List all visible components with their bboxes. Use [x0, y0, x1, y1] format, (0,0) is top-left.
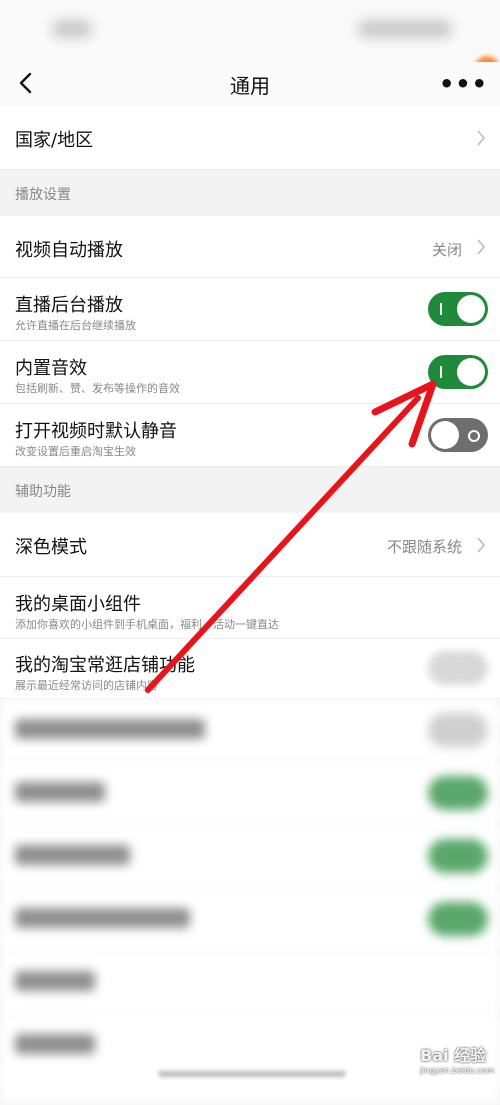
- bg-play-toggle[interactable]: [428, 292, 488, 326]
- chevron-right-icon: [477, 130, 486, 146]
- watermark: Bai 经验 jingyan.baidu.com: [420, 1046, 494, 1075]
- status-icons-blur: [358, 20, 452, 38]
- shop-row: 我的淘宝常逛店铺功能 展示最近经常访问的店铺内容: [0, 639, 500, 699]
- mute-label: 打开视频时默认静音: [15, 421, 177, 442]
- shop-label: 我的淘宝常逛店铺功能: [15, 655, 195, 676]
- back-arrow-icon[interactable]: [12, 66, 42, 100]
- region-label: 国家/地区: [15, 130, 94, 151]
- more-options-icon[interactable]: •••: [439, 70, 488, 98]
- mute-toggle[interactable]: [428, 418, 488, 452]
- chevron-right-icon: [477, 239, 486, 255]
- autoplay-label: 视频自动播放: [15, 240, 123, 261]
- chevron-right-icon: [477, 537, 486, 553]
- autoplay-row[interactable]: 视频自动播放 关闭: [0, 216, 500, 278]
- mute-sub: 改变设置后重启淘宝生效: [15, 445, 136, 458]
- region-row[interactable]: 国家/地区: [0, 106, 500, 170]
- shop-toggle-blurred[interactable]: [428, 651, 488, 685]
- sound-toggle[interactable]: [428, 355, 488, 389]
- nav-bar: 通用 •••: [0, 62, 500, 106]
- bg-play-row: 直播后台播放 允许直播在后台继续播放: [0, 278, 500, 341]
- mute-row: 打开视频时默认静音 改变设置后重启淘宝生效: [0, 404, 500, 467]
- sound-sub: 包括刷新、赞、发布等操作的音效: [15, 382, 180, 395]
- home-indicator: [158, 1071, 346, 1077]
- status-time-blur: [52, 20, 92, 38]
- shop-sub: 展示最近经常访问的店铺内容: [15, 679, 158, 692]
- page-title: 通用: [230, 73, 270, 98]
- bg-play-sub: 允许直播在后台继续播放: [15, 319, 136, 332]
- status-bar: [0, 0, 500, 82]
- widget-row[interactable]: 我的桌面小组件 添加你喜欢的小组件到手机桌面，福利、活动一键直达: [0, 577, 500, 639]
- widget-sub: 添加你喜欢的小组件到手机桌面，福利、活动一键直达: [15, 618, 279, 631]
- widget-label: 我的桌面小组件: [15, 594, 141, 615]
- sound-label: 内置音效: [15, 358, 87, 379]
- autoplay-value: 关闭: [431, 241, 462, 259]
- section-header-assist: 辅助功能: [0, 467, 500, 513]
- bg-play-label: 直播后台播放: [15, 295, 123, 316]
- sound-row: 内置音效 包括刷新、赞、发布等操作的音效: [0, 341, 500, 404]
- section-header-playback: 播放设置: [0, 170, 500, 216]
- dark-mode-label: 深色模式: [15, 537, 87, 558]
- dark-mode-value: 不跟随系统: [386, 538, 462, 556]
- dark-mode-row[interactable]: 深色模式 不跟随系统: [0, 513, 500, 577]
